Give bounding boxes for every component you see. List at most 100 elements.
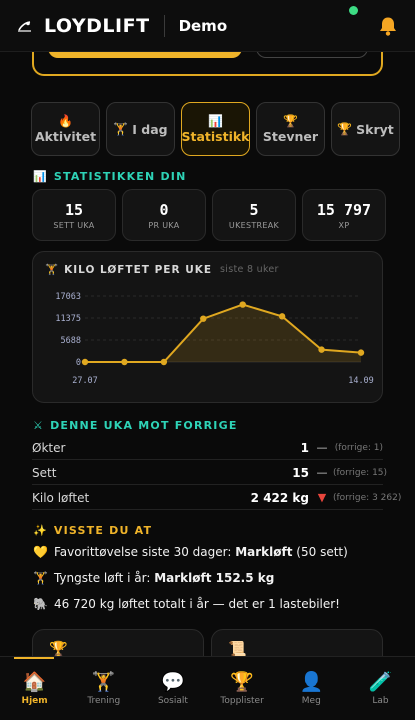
chart-title: 🏋 KILO LØFTET PER UKE siste 8 uker <box>45 263 279 277</box>
data-point <box>278 313 286 320</box>
stat-value: 0 <box>159 200 169 219</box>
compare-row-okter: Økter 1 — (forrige: 1) <box>32 436 383 460</box>
nav-label: Sosialt <box>157 696 188 706</box>
home-icon: 🏠 <box>22 671 47 693</box>
user-icon: 👤 <box>299 671 324 693</box>
stat-label: UKESTREAK <box>228 220 280 230</box>
trend-flat-icon: — <box>316 441 328 454</box>
weightlifter-icon: 🏋 <box>91 671 116 693</box>
nav-label: Topplister <box>220 696 264 706</box>
compare-section-title: ⚔ DENNE UKA MOT FORRIGE <box>33 419 238 432</box>
nav-topplister[interactable]: 🏆 Topplister <box>208 657 277 720</box>
stat-card: 15 797 XP <box>302 189 386 241</box>
bell-icon <box>380 17 396 36</box>
data-point <box>160 358 168 366</box>
compare-label: Sett <box>32 465 57 480</box>
app-root: LOYDLIFT Demo 🔥 Aktivitet 🏋 I dag 📊 Stat… <box>0 0 415 720</box>
nav-trening[interactable]: 🏋 Trening <box>69 657 138 720</box>
fact-total-lifted: 🐘 46 720 kg løftet totalt i år — det er … <box>33 597 340 611</box>
tab-statistikk[interactable]: 📊 Statistikk <box>181 102 250 156</box>
speech-bubble-icon: 💬 <box>161 671 185 693</box>
bar-chart-icon: 📊 <box>33 170 48 183</box>
trophy-icon: 🏆 <box>337 122 353 136</box>
data-point <box>81 358 89 366</box>
nav-label: Hjem <box>21 696 48 706</box>
trophy-icon: 🏆 <box>283 113 298 128</box>
series-area <box>85 304 361 362</box>
flask-icon: 🧪 <box>368 671 393 693</box>
nav-label: Meg <box>301 696 321 706</box>
stat-label: SETT UKA <box>53 220 95 230</box>
fact-text: Tyngste løft i år: Markløft 152.5 kg <box>53 571 275 585</box>
y-tick-label: 5688 <box>61 336 81 346</box>
crossed-swords-icon: ⚔ <box>33 419 45 432</box>
stats-row: 15 SETT UKA 0 PR UKA 5 UKESTREAK 15 797 … <box>32 189 386 241</box>
compare-label: Kilo løftet <box>32 490 90 505</box>
compare-label: Økter <box>32 440 66 455</box>
notifications-button[interactable] <box>349 5 399 38</box>
stat-card: 0 PR UKA <box>122 189 206 241</box>
compare-value: 15 <box>292 465 309 480</box>
tab-label: I dag <box>132 121 168 137</box>
fact-text: Favorittøvelse siste 30 dager: Markløft … <box>53 545 348 559</box>
tab-aktivitet[interactable]: 🔥 Aktivitet <box>31 102 100 156</box>
compare-previous: (forrige: 1) <box>334 442 383 453</box>
stat-label: PR UKA <box>148 220 180 230</box>
tab-label: Stevner <box>262 128 319 144</box>
stat-value: 15 797 <box>316 200 372 219</box>
y-tick-label: 11375 <box>55 314 81 324</box>
trend-down-icon: ▼ <box>317 491 327 504</box>
chart-title-text: KILO LØFTET PER UKE <box>64 263 213 276</box>
brand-name[interactable]: LOYDLIFT <box>44 15 150 37</box>
section-title-text: DENNE UKA MOT FORRIGE <box>50 419 238 432</box>
nav-label: Trening <box>87 696 121 706</box>
data-point <box>318 346 325 353</box>
compare-previous: (forrige: 3 262) <box>333 492 402 503</box>
tab-label: Aktivitet <box>34 128 97 144</box>
logo-icon <box>16 17 34 35</box>
facts-section-title: ✨ VISSTE DU AT <box>33 524 152 537</box>
tab-skryt[interactable]: 🏆 Skryt <box>331 102 400 156</box>
tab-stevner[interactable]: 🏆 Stevner <box>256 102 325 156</box>
trophy-icon: 🏆 <box>230 671 254 693</box>
stat-value: 5 <box>249 200 259 219</box>
bar-chart-icon: 📊 <box>208 113 223 128</box>
stat-card: 5 UKESTREAK <box>212 189 296 241</box>
compare-previous: (forrige: 15) <box>333 467 388 478</box>
tab-i-dag[interactable]: 🏋 I dag <box>106 102 175 156</box>
y-tick-label: 17063 <box>55 292 81 302</box>
y-tick-label: 0 <box>76 358 81 368</box>
stat-value: 15 <box>64 200 84 219</box>
x-tick-label: 27.07 <box>72 376 98 386</box>
nav-hjem[interactable]: 🏠 Hjem <box>0 657 69 720</box>
fire-icon: 🔥 <box>58 113 73 128</box>
bottom-navigation: 🏠 Hjem 🏋 Trening 💬 Sosialt 🏆 Topplister … <box>0 656 415 720</box>
weekly-kilo-chart-card: 0 5688 11375 17063 27.07 14.09 🏋 KILO LØFTET … <box>32 251 383 403</box>
stats-tabs: 🔥 Aktivitet 🏋 I dag 📊 Statistikk 🏆 Stevn… <box>31 102 400 156</box>
fact-heaviest-lift: 🏋 Tyngste løft i år: Markløft 152.5 kg <box>33 571 274 585</box>
compare-row-sett: Sett 15 — (forrige: 15) <box>32 461 388 485</box>
nav-meg[interactable]: 👤 Meg <box>277 657 346 720</box>
fact-favorite-exercise: 💛 Favorittøvelse siste 30 dager: Markløf… <box>33 545 348 559</box>
mode-label: Demo <box>178 16 228 35</box>
nav-sosialt[interactable]: 💬 Sosialt <box>138 657 207 720</box>
stat-card: 15 SETT UKA <box>32 189 116 241</box>
stat-label: XP <box>338 220 350 230</box>
weightlifter-icon: 🏋 <box>33 571 48 585</box>
data-point <box>357 349 365 356</box>
data-point <box>121 358 128 366</box>
nav-lab[interactable]: 🧪 Lab <box>346 657 415 720</box>
compare-value: 1 <box>300 440 309 455</box>
compare-row-kilo: Kilo løftet 2 422 kg ▼ (forrige: 3 262) <box>32 486 402 510</box>
weightlifter-icon: 🏋 <box>45 264 60 276</box>
chart-subtitle: siste 8 uker <box>220 264 279 275</box>
stats-section-title: 📊 STATISTIKKEN DIN <box>33 170 186 183</box>
trend-flat-icon: — <box>316 466 328 479</box>
compare-value: 2 422 kg <box>250 490 309 505</box>
fact-text: 46 720 kg løftet totalt i år — det er 1 … <box>53 597 340 611</box>
x-tick-label: 14.09 <box>348 376 374 386</box>
tab-label: Statistikk <box>181 128 250 144</box>
sparkles-icon: ✨ <box>33 524 48 537</box>
heart-icon: 💛 <box>33 545 48 559</box>
weightlifter-icon: 🏋 <box>113 122 129 136</box>
